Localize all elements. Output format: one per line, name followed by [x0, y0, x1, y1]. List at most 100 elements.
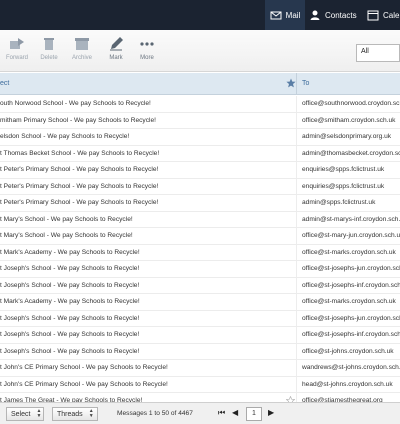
message-recipient: wandrews@st-johns.croydon.sch.uk — [302, 364, 400, 371]
star-toggle-icon[interactable] — [286, 99, 295, 108]
message-row[interactable]: outh Norwood School - We pay Schools to … — [0, 96, 400, 113]
column-separator — [296, 195, 297, 211]
more-button[interactable]: More — [132, 36, 162, 61]
column-separator — [296, 261, 297, 277]
nav-mail-label: Mail — [285, 10, 301, 20]
message-subject: t Mary's School - We pay Schools to Recy… — [0, 215, 133, 223]
message-subject: t John's CE Primary School - We pay Scho… — [0, 364, 168, 371]
list-footer: Select ▲ ▼ Threads ▲ ▼ Messages 1 to 50 of… — [0, 402, 400, 424]
column-separator — [296, 277, 297, 293]
message-subject: t Thomas Becket School - We pay Schools … — [0, 149, 160, 157]
message-row[interactable]: t Joseph's School - We pay Schools to Re… — [0, 277, 400, 294]
message-row[interactable]: t Joseph's School - We pay Schools to Re… — [0, 310, 400, 327]
column-separator — [296, 228, 297, 244]
message-recipient: admin@selsdonprimary.org.uk — [302, 133, 392, 140]
star-toggle-icon[interactable] — [286, 330, 295, 339]
message-row[interactable]: t John's CE Primary School - We pay Scho… — [0, 360, 400, 377]
next-page-icon[interactable]: ▶ — [268, 408, 274, 417]
message-subject: t Peter's Primary School - We pay School… — [0, 182, 159, 190]
message-row[interactable]: t James The Great - We pay Schools to Re… — [0, 393, 400, 402]
star-toggle-icon[interactable] — [286, 281, 295, 290]
threads-dropdown[interactable]: Threads ▲ ▼ — [52, 407, 98, 421]
top-navigation-bar: Mail Contacts Calen — [0, 0, 400, 30]
star-toggle-icon[interactable] — [286, 182, 295, 191]
select-label: Select — [11, 410, 31, 418]
message-subject: t Mary's School - We pay Schools to Recy… — [0, 232, 133, 239]
star-toggle-icon[interactable] — [286, 363, 295, 372]
message-row[interactable]: t Joseph's School - We pay Schools to Re… — [0, 261, 400, 278]
column-separator — [296, 112, 297, 128]
star-toggle-icon[interactable] — [286, 116, 295, 125]
column-separator — [296, 211, 297, 227]
message-row[interactable]: elsdon School - We pay Schools to Recycl… — [0, 129, 400, 146]
message-row[interactable]: t Peter's Primary School - We pay School… — [0, 178, 400, 195]
star-toggle-icon[interactable] — [286, 297, 295, 306]
message-row[interactable]: t Peter's Primary School - We pay School… — [0, 195, 400, 212]
forward-button[interactable]: Forward — [2, 36, 32, 61]
message-row[interactable]: mitham Primary School - We pay Schools t… — [0, 112, 400, 129]
column-separator — [296, 294, 297, 310]
star-toggle-icon[interactable] — [286, 264, 295, 273]
message-subject: elsdon School - We pay Schools to Recycl… — [0, 133, 130, 140]
message-subject: mitham Primary School - We pay Schools t… — [0, 116, 156, 124]
star-toggle-icon[interactable] — [286, 215, 295, 224]
column-separator — [296, 310, 297, 326]
message-recipient: office@st-josephs-inf.croydon.sch.uk — [302, 281, 400, 289]
delete-button[interactable]: Delete — [34, 36, 64, 61]
star-toggle-icon[interactable] — [286, 314, 295, 323]
message-row[interactable]: t Thomas Becket School - We pay Schools … — [0, 145, 400, 162]
mark-button[interactable]: Mark — [101, 36, 131, 61]
star-toggle-icon[interactable] — [286, 198, 295, 207]
star-toggle-icon[interactable] — [286, 231, 295, 240]
column-separator — [296, 96, 297, 112]
column-separator — [296, 129, 297, 145]
star-toggle-icon[interactable] — [286, 132, 295, 141]
message-row[interactable]: t Joseph's School - We pay Schools to Re… — [0, 327, 400, 344]
updown-arrows-icon: ▲ ▼ — [88, 408, 94, 419]
column-separator — [296, 343, 297, 359]
star-toggle-icon[interactable] — [286, 248, 295, 257]
filter-select[interactable]: All — [356, 44, 400, 62]
nav-calendar[interactable]: Calen — [367, 0, 400, 30]
message-recipient: office@st-josephs-inf.croydon.sch.uk — [302, 331, 400, 338]
message-subject: t Joseph's School - We pay Schools to Re… — [0, 331, 140, 338]
select-dropdown[interactable]: Select ▲ ▼ — [6, 407, 44, 421]
archive-label: Archive — [71, 55, 92, 61]
star-toggle-icon[interactable] — [286, 347, 295, 356]
star-column-icon[interactable] — [286, 78, 296, 88]
first-page-icon[interactable]: ⏮ — [218, 408, 225, 418]
forward-icon — [10, 38, 24, 49]
message-recipient: office@st-marks.croydon.sch.uk — [302, 298, 396, 305]
updown-arrows-icon: ▲ ▼ — [36, 408, 42, 419]
message-row[interactable]: t Joseph's School - We pay Schools to Re… — [0, 343, 400, 360]
star-toggle-icon[interactable] — [286, 149, 295, 158]
archive-button[interactable]: Archive — [67, 36, 97, 61]
message-row[interactable]: t Mark's Academy - We pay Schools to Rec… — [0, 244, 400, 261]
column-separator — [296, 376, 297, 392]
message-subject: t John's CE Primary School - We pay Scho… — [0, 380, 168, 388]
previous-page-icon[interactable]: ◀ — [232, 408, 238, 417]
message-row[interactable]: t John's CE Primary School - We pay Scho… — [0, 376, 400, 393]
star-toggle-icon[interactable] — [286, 165, 295, 174]
forward-label: Forward — [5, 55, 28, 61]
message-subject: t Joseph's School - We pay Schools to Re… — [0, 281, 140, 289]
message-subject: t Joseph's School - We pay Schools to Re… — [0, 347, 140, 355]
nav-mail[interactable]: Mail — [265, 0, 305, 30]
message-recipient: head@st-johns.croydon.sch.uk — [302, 380, 393, 388]
subject-column-header[interactable]: ect — [0, 80, 9, 87]
column-separator — [296, 360, 297, 376]
mail-toolbar: Forward Delete Archive Mark More — [0, 30, 400, 72]
column-divider[interactable] — [296, 73, 297, 95]
message-row[interactable]: t Mark's Academy - We pay Schools to Rec… — [0, 294, 400, 311]
message-row[interactable]: t Mary's School - We pay Schools to Recy… — [0, 211, 400, 228]
to-column-header[interactable]: To — [302, 80, 309, 87]
message-row[interactable]: t Peter's Primary School - We pay School… — [0, 162, 400, 179]
star-toggle-icon[interactable] — [286, 380, 295, 389]
message-row[interactable]: t Mary's School - We pay Schools to Recy… — [0, 228, 400, 245]
message-recipient: admin@st-marys-inf.croydon.sch.uk — [302, 215, 400, 223]
page-number-input[interactable]: 1 — [246, 407, 262, 421]
nav-contacts[interactable]: Contacts — [309, 0, 357, 30]
message-recipient: office@st-josephs-jun.croydon.sch.uk — [302, 314, 400, 322]
message-recipient: office@smitham.croydon.sch.uk — [302, 116, 396, 124]
message-subject: outh Norwood School - We pay Schools to … — [0, 100, 151, 107]
